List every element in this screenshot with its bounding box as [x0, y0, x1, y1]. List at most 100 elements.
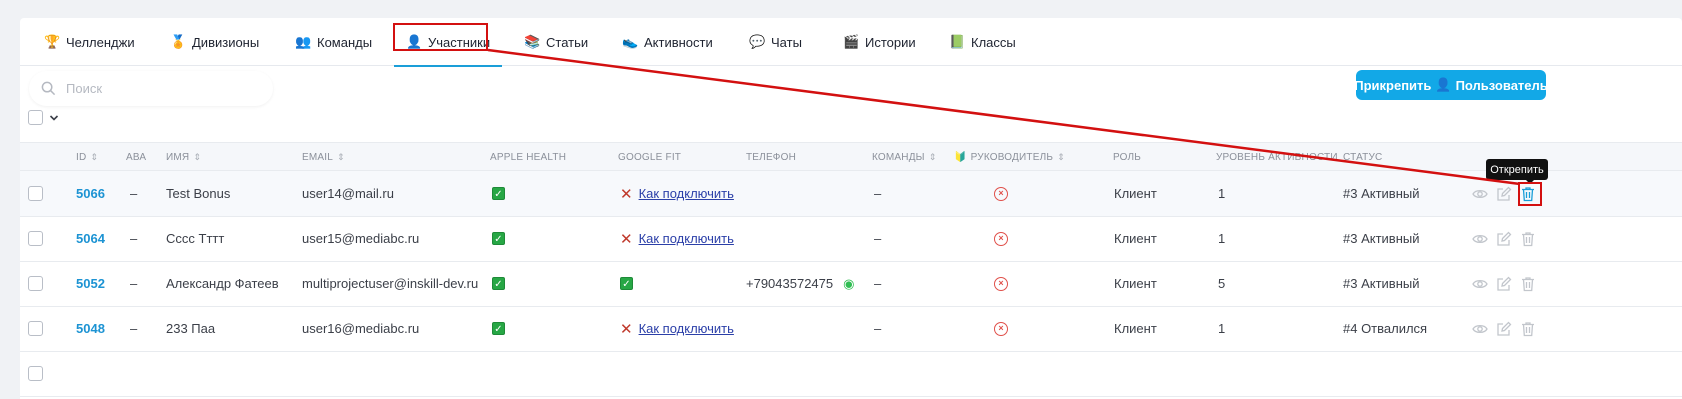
- row-actions: [1472, 306, 1536, 351]
- row-checkbox[interactable]: [28, 321, 43, 336]
- table-header: ID ⇕ АВА ИМЯ ⇕ EMAIL ⇕ APPLE HEALTH GOOGLE …: [20, 142, 1682, 171]
- row-checkbox-cell: [28, 216, 43, 261]
- edit-icon[interactable]: [1496, 276, 1512, 292]
- avatar: –: [130, 231, 138, 246]
- user-id-link[interactable]: 5066: [76, 171, 105, 216]
- article-icon: 📚: [524, 34, 541, 49]
- col-level-label: УРОВЕНЬ АКТИВНОСТИ: [1216, 152, 1338, 163]
- view-eye-icon[interactable]: [1472, 321, 1488, 337]
- col-id[interactable]: ID ⇕: [76, 143, 98, 172]
- google-fit-status: ✕ Как подключить: [620, 306, 734, 351]
- chevron-down-icon[interactable]: [49, 113, 59, 123]
- view-eye-icon[interactable]: [1472, 276, 1488, 292]
- col-role: РОЛЬ: [1113, 143, 1141, 172]
- role-value: Клиент: [1114, 186, 1157, 201]
- participant-icon: 👤: [406, 34, 423, 49]
- apple-health-status: ✓: [492, 216, 505, 261]
- check-icon: ✓: [492, 232, 505, 245]
- tab-trophy[interactable]: 🏆 Челленджи: [44, 18, 135, 66]
- user-name: 233 Паа: [166, 321, 216, 336]
- role-value: Клиент: [1114, 276, 1157, 291]
- search-icon: [41, 81, 56, 96]
- col-leader-label: РУКОВОДИТЕЛЬ: [970, 152, 1054, 163]
- leader-cell: ×: [994, 216, 1008, 261]
- status-badge: #3 Активный: [1343, 276, 1420, 291]
- edit-icon[interactable]: [1496, 231, 1512, 247]
- view-eye-icon[interactable]: [1472, 231, 1488, 247]
- close-circle-icon[interactable]: ×: [994, 231, 1008, 246]
- how-to-connect-link[interactable]: Как подключить: [639, 186, 734, 201]
- tab-label: Статьи: [546, 34, 589, 50]
- user-name: Сссс Тттт: [166, 231, 225, 246]
- user-icon: 👤: [1435, 77, 1452, 92]
- unpin-trash-icon[interactable]: [1520, 186, 1536, 202]
- sort-icon: ⇕: [928, 152, 937, 162]
- row-checkbox-cell: [28, 351, 43, 396]
- row-checkbox[interactable]: [28, 366, 43, 381]
- search-input[interactable]: [66, 81, 246, 96]
- user-name: Test Bonus: [166, 186, 231, 201]
- tab-label: Классы: [971, 34, 1016, 50]
- status-badge: #4 Отвалился: [1343, 321, 1428, 336]
- row-actions: [1472, 261, 1536, 306]
- close-circle-icon[interactable]: ×: [994, 186, 1008, 201]
- user-id-link[interactable]: 5064: [76, 216, 105, 261]
- col-status-label: СТАТУС: [1343, 152, 1383, 163]
- team-icon: 👥: [295, 34, 312, 49]
- attach-button-label: Прикрепить: [1354, 77, 1432, 93]
- col-phone-label: ТЕЛЕФОН: [746, 152, 797, 163]
- teams-value: –: [874, 231, 882, 246]
- tab-label: Истории: [865, 34, 916, 50]
- tab-activity[interactable]: 👟 Активности: [622, 18, 713, 66]
- col-activity-level: УРОВЕНЬ АКТИВНОСТИ: [1216, 143, 1338, 172]
- select-all-checkbox[interactable]: [28, 110, 43, 125]
- attach-user-button[interactable]: Прикрепить 👤 Пользователь: [1354, 70, 1548, 100]
- tab-label: Команды: [317, 34, 373, 50]
- col-google-label: GOOGLE FIT: [618, 152, 682, 163]
- view-eye-icon[interactable]: [1472, 186, 1488, 202]
- avatar: –: [130, 321, 138, 336]
- unpin-trash-icon[interactable]: [1520, 276, 1536, 292]
- bulk-select[interactable]: [28, 110, 59, 125]
- close-circle-icon[interactable]: ×: [994, 276, 1008, 291]
- col-name[interactable]: ИМЯ ⇕: [166, 143, 201, 172]
- tab-class[interactable]: 📗 Классы: [949, 18, 1016, 66]
- tab-label: Участники: [428, 34, 491, 50]
- col-status: СТАТУС: [1343, 143, 1382, 172]
- status-badge: #3 Активный: [1343, 231, 1420, 246]
- how-to-connect-link[interactable]: Как подключить: [639, 231, 734, 246]
- table-row: 5064 – Сссс Тттт user15@mediabc.ru ✓ ✕ Как под…: [20, 216, 1682, 262]
- story-icon: 🎬: [843, 34, 860, 49]
- main-card: 🏆 Челленджи 🏅 Дивизионы 👥 Команды 👤 Участники 📚 С…: [20, 18, 1682, 399]
- tab-bar: 🏆 Челленджи 🏅 Дивизионы 👥 Команды 👤 Участники 📚 С…: [20, 18, 1682, 67]
- avatar: –: [130, 186, 138, 201]
- user-id-link[interactable]: 5048: [76, 306, 105, 351]
- unpin-tooltip: Открепить: [1486, 159, 1548, 184]
- col-leader[interactable]: 🔰 РУКОВОДИТЕЛЬ ⇕: [954, 143, 1065, 172]
- edit-icon[interactable]: [1496, 186, 1512, 202]
- unpin-trash-icon[interactable]: [1520, 321, 1536, 337]
- tab-participant[interactable]: 👤 Участники: [393, 18, 503, 67]
- col-apple-health: APPLE HEALTH: [490, 143, 566, 172]
- whatsapp-icon[interactable]: ◉: [843, 276, 854, 292]
- row-checkbox[interactable]: [28, 186, 43, 201]
- col-email[interactable]: EMAIL ⇕: [302, 143, 345, 172]
- col-teams[interactable]: КОМАНДЫ ⇕: [872, 143, 937, 172]
- tab-chat[interactable]: 💬 Чаты: [749, 18, 802, 66]
- row-checkbox[interactable]: [28, 231, 43, 246]
- close-circle-icon[interactable]: ×: [994, 321, 1008, 336]
- tab-label: Дивизионы: [192, 34, 260, 50]
- division-icon: 🏅: [170, 34, 187, 49]
- tab-article[interactable]: 📚 Статьи: [524, 18, 588, 66]
- tab-division[interactable]: 🏅 Дивизионы: [170, 18, 259, 66]
- how-to-connect-link[interactable]: Как подключить: [639, 321, 734, 336]
- tab-team[interactable]: 👥 Команды: [295, 18, 372, 66]
- unpin-trash-icon[interactable]: [1520, 231, 1536, 247]
- row-checkbox[interactable]: [28, 276, 43, 291]
- edit-icon[interactable]: [1496, 321, 1512, 337]
- search-box[interactable]: [29, 71, 273, 106]
- user-id-link[interactable]: 5052: [76, 261, 105, 306]
- tab-story[interactable]: 🎬 Истории: [843, 18, 916, 66]
- col-role-label: РОЛЬ: [1113, 152, 1142, 163]
- google-fit-status: ✕ Как подключить: [620, 216, 734, 261]
